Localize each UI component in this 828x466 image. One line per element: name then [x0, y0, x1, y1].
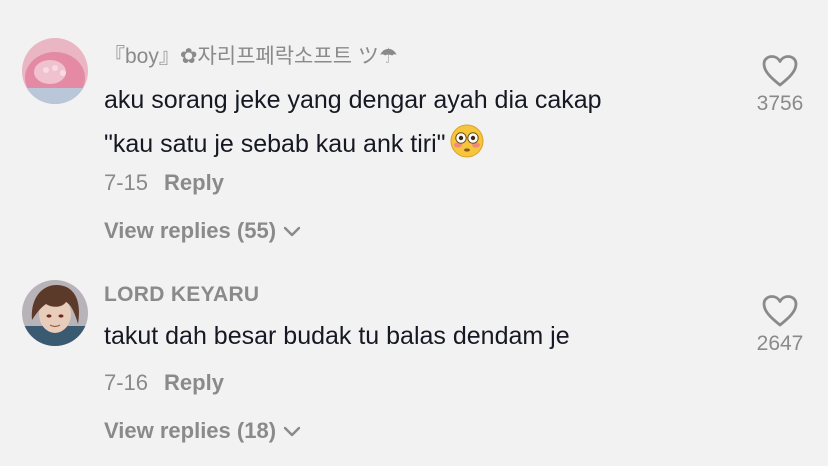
heart-icon [762, 55, 798, 87]
view-replies-button[interactable]: View replies (55) [104, 218, 302, 244]
view-replies-label: View replies (18) [104, 418, 277, 443]
username[interactable]: 『boy』✿자리프페락소프트 ツ☂ [104, 40, 398, 70]
comment-text-segment: "kau satu je sebab kau ank tiri" [104, 130, 446, 158]
view-replies-button[interactable]: View replies (18) [104, 418, 302, 444]
reply-button[interactable]: Reply [164, 170, 224, 195]
comment-date: 7-16 [104, 370, 149, 395]
comment-text-line: "kau satu je sebab kau ank tiri" [104, 122, 714, 166]
comment-date: 7-15 [104, 170, 149, 195]
comment-text-line: takut dah besar budak tu balas dendam je [104, 322, 570, 350]
comment-item: 『boy』✿자리프페락소프트 ツ☂ aku sorang jeke yang d… [0, 0, 828, 260]
username[interactable]: LORD KEYARU [104, 283, 259, 307]
comment-item: LORD KEYARU takut dah besar budak tu bal… [0, 270, 828, 466]
reply-button[interactable]: Reply [164, 370, 224, 395]
avatar[interactable] [22, 38, 88, 104]
comment-text: takut dah besar budak tu balas dendam je [104, 314, 714, 358]
comment-text-line: aku sorang jeke yang dengar ayah dia cak… [104, 86, 602, 114]
heart-icon [762, 295, 798, 327]
comment-meta: 7-15 Reply [104, 170, 224, 196]
comment-text: aku sorang jeke yang dengar ayah dia cak… [104, 78, 714, 166]
chevron-down-icon [283, 226, 301, 237]
avatar-image [22, 38, 88, 104]
view-replies-label: View replies (55) [104, 218, 277, 243]
like-count: 2647 [756, 332, 804, 355]
chevron-down-icon [283, 426, 301, 437]
flushed-face-icon [450, 124, 484, 158]
like-button[interactable]: 3756 [740, 54, 820, 116]
comment-meta: 7-16 Reply [104, 370, 224, 396]
like-count: 3756 [756, 92, 804, 115]
avatar[interactable] [22, 280, 88, 346]
like-button[interactable]: 2647 [740, 294, 820, 356]
avatar-image [22, 280, 88, 346]
